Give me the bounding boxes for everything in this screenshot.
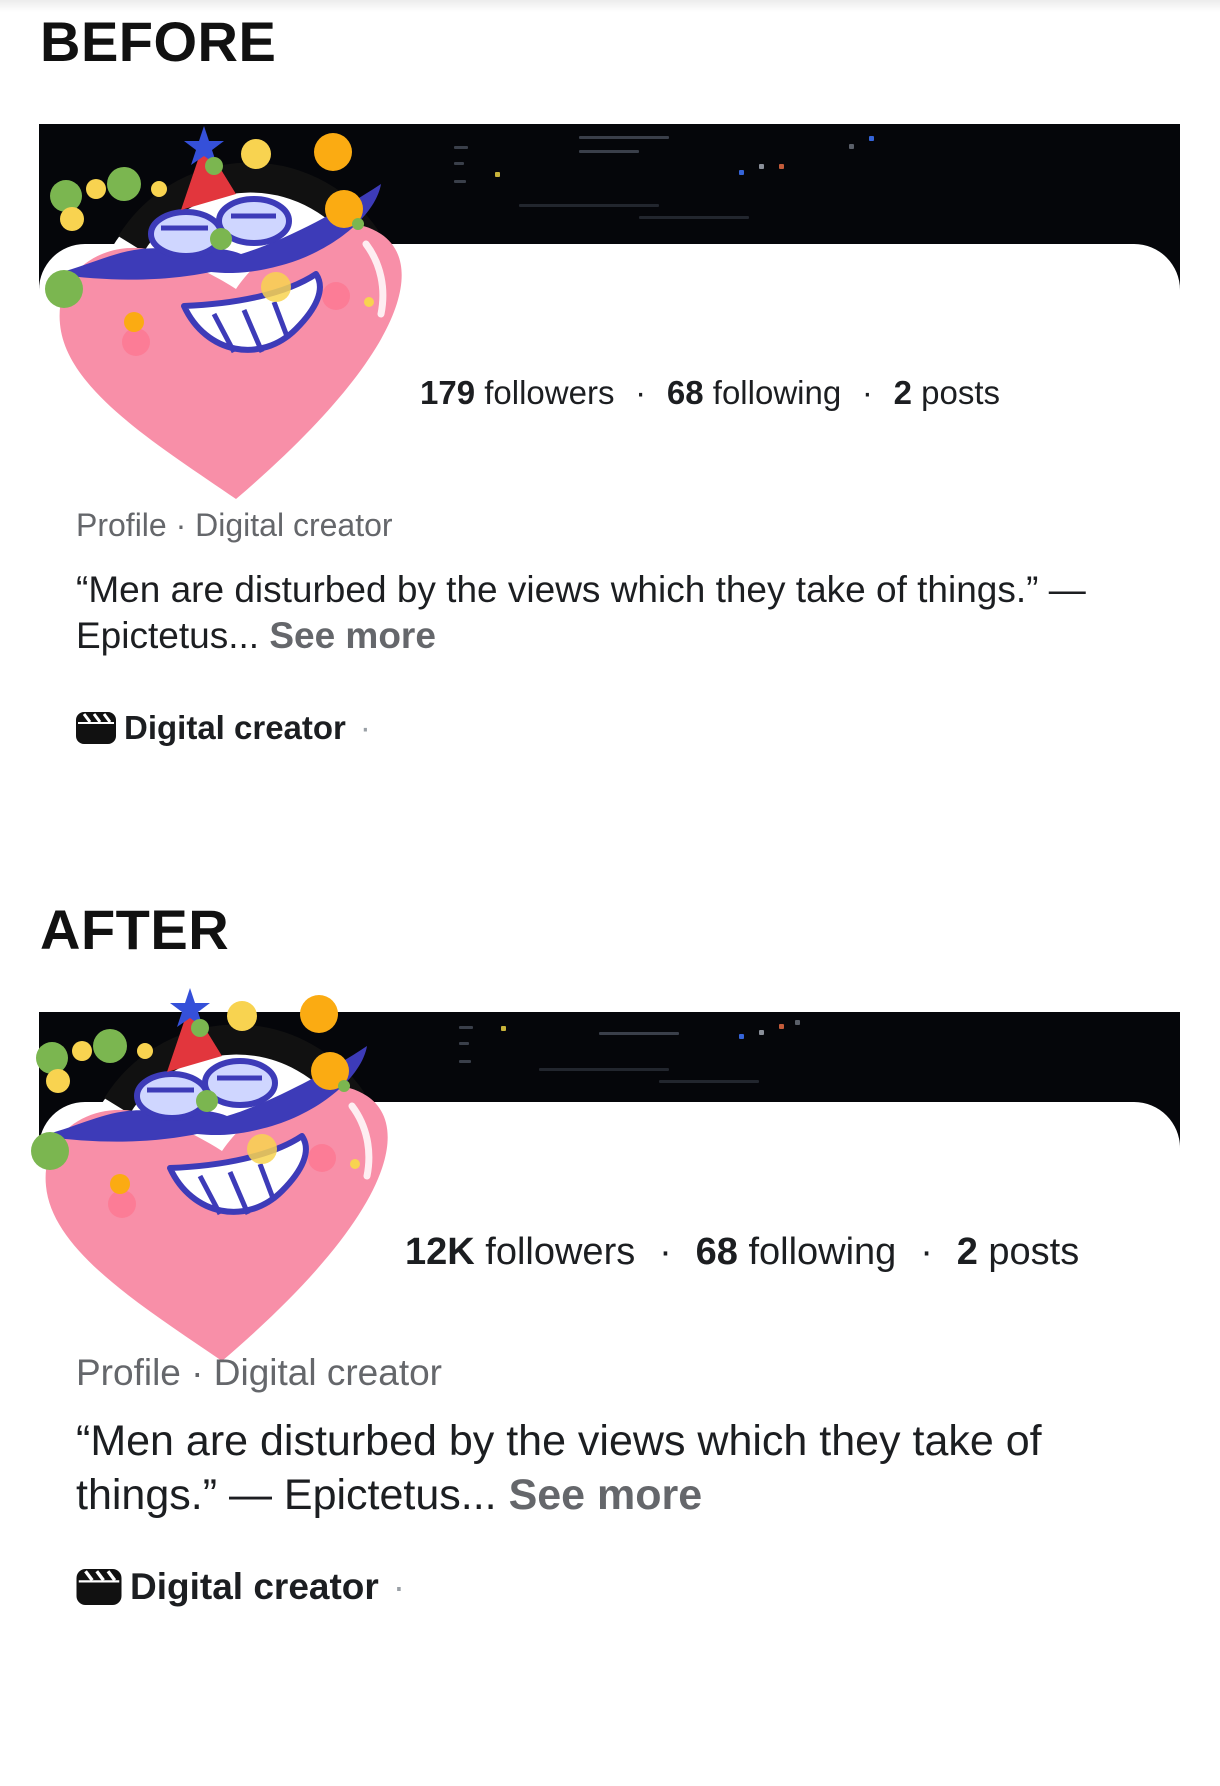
posts-label: posts: [988, 1231, 1080, 1273]
stats-separator: ·: [920, 1231, 933, 1273]
bio-text: “Men are disturbed by the views which th…: [76, 569, 1086, 656]
see-more-link[interactable]: See more: [509, 1471, 703, 1519]
see-more-link[interactable]: See more: [269, 615, 436, 656]
after-profile-panel: 12K followers · 68 following · 2 posts P…: [0, 988, 1220, 1672]
following-label[interactable]: following: [748, 1231, 896, 1273]
grinning-heart-avatar-icon[interactable]: [36, 124, 416, 502]
category-trail: ·: [359, 709, 371, 746]
profile-meta: Profile · Digital creator: [76, 507, 393, 543]
following-count[interactable]: 68: [667, 374, 704, 411]
profile-stats: 12K followers · 68 following · 2 posts: [405, 1231, 1079, 1274]
category-row: Digital creator ·: [76, 1566, 405, 1608]
stats-separator: ·: [635, 374, 647, 411]
clapperboard-icon: [76, 712, 116, 744]
posts-count: 2: [893, 374, 912, 411]
profile-bio: “Men are disturbed by the views which th…: [76, 567, 1136, 659]
category-label: Digital creator: [130, 1566, 379, 1607]
clapperboard-icon: [76, 1569, 122, 1605]
followers-label[interactable]: followers: [485, 1231, 635, 1273]
followers-count[interactable]: 179: [420, 374, 475, 411]
after-heading: AFTER: [40, 898, 230, 961]
profile-bio: “Men are disturbed by the views which th…: [76, 1414, 1136, 1522]
profile-meta: Profile · Digital creator: [76, 1352, 443, 1393]
category-label: Digital creator: [124, 709, 346, 746]
profile-stats: 179 followers · 68 following · 2 posts: [420, 374, 1000, 412]
category-row: Digital creator ·: [76, 709, 371, 747]
posts-label: posts: [921, 374, 1001, 411]
followers-count[interactable]: 12K: [405, 1231, 475, 1273]
grinning-heart-avatar-icon[interactable]: [22, 986, 402, 1364]
before-heading: BEFORE: [40, 10, 277, 73]
following-count[interactable]: 68: [696, 1231, 738, 1273]
posts-count: 2: [956, 1231, 978, 1273]
category-trail: ·: [392, 1566, 406, 1607]
before-profile-panel: 179 followers · 68 following · 2 posts P…: [0, 124, 1220, 780]
following-label[interactable]: following: [713, 374, 841, 411]
followers-label[interactable]: followers: [484, 374, 614, 411]
stats-separator: ·: [659, 1231, 672, 1273]
stats-separator: ·: [861, 374, 873, 411]
